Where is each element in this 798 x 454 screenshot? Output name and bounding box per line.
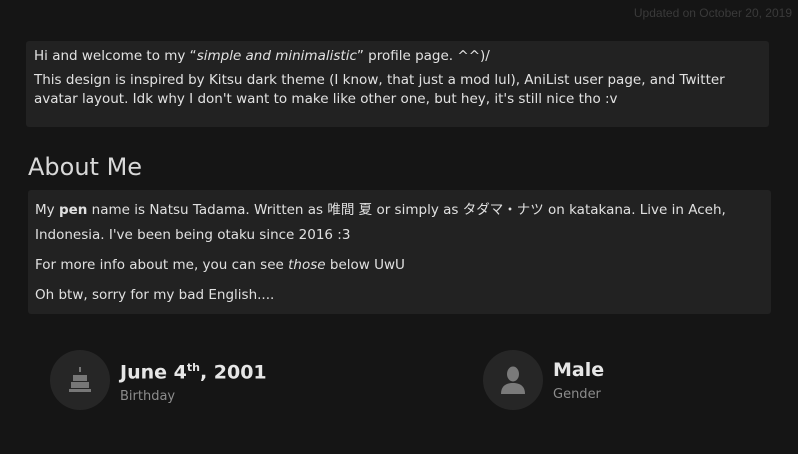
gender-label: Gender xyxy=(553,387,601,402)
about-paragraph-1: My pen name is Natsu Tadama. Written as … xyxy=(35,202,726,243)
gender-stat: Male Gender xyxy=(483,350,604,410)
gender-icon-circle xyxy=(483,350,543,410)
about-panel: My pen name is Natsu Tadama. Written as … xyxy=(28,190,771,314)
pen-bold: pen xyxy=(58,202,88,218)
intro-line-2: This design is inspired by Kitsu dark th… xyxy=(34,72,725,107)
birthday-stat: June 4th, 2001 Birthday xyxy=(50,350,267,410)
birthday-value: June 4th, 2001 xyxy=(120,360,267,384)
birthday-label: Birthday xyxy=(120,389,176,405)
user-icon xyxy=(501,366,525,394)
about-paragraph-2: For more info about me, you can see thos… xyxy=(35,257,405,273)
about-paragraph-3: Oh btw, sorry for my bad English.... xyxy=(35,287,275,303)
intro-panel: Hi and welcome to my “simple and minimal… xyxy=(26,41,769,127)
cake-icon xyxy=(69,367,91,392)
birthday-icon-circle xyxy=(50,350,110,410)
intro-emphasis: simple and minimalistic xyxy=(196,48,357,64)
updated-timestamp: Updated on October 20, 2019 xyxy=(633,6,792,20)
about-me-heading: About Me xyxy=(28,153,143,181)
intro-line-1: Hi and welcome to my “simple and minimal… xyxy=(34,48,490,64)
gender-value: Male xyxy=(553,359,605,381)
